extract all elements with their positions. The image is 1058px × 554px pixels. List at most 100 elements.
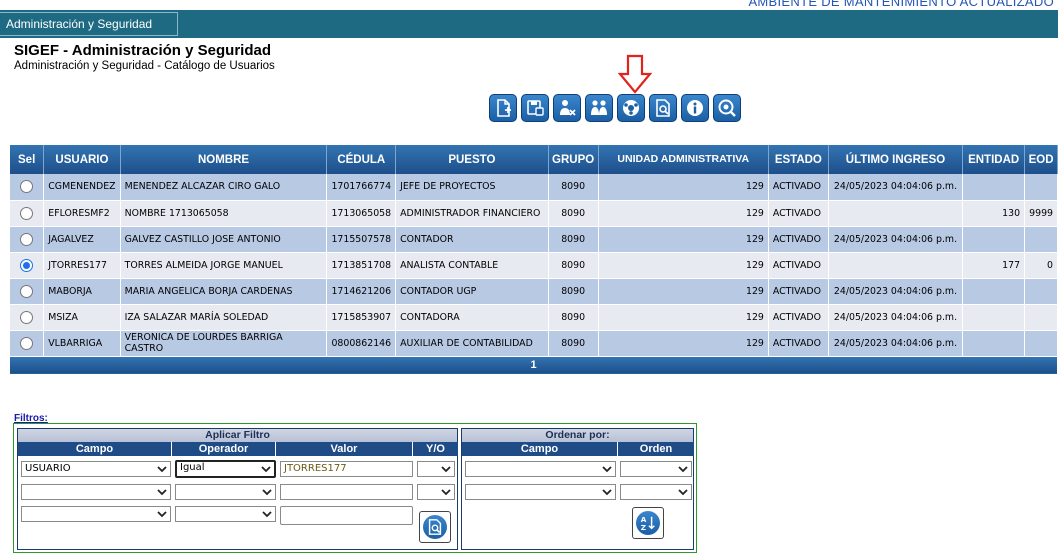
row-select-radio[interactable] xyxy=(20,310,34,324)
table-row[interactable]: MABORJA MARIA ANGELICA BORJA CARDENAS 1714… xyxy=(10,278,1058,305)
cell-grupo: 8090 xyxy=(548,174,599,201)
page-number[interactable]: 1 xyxy=(10,356,1058,375)
chevron-down-icon xyxy=(157,489,167,496)
row-select-radio[interactable] xyxy=(20,180,34,194)
cell-ultimo-ingreso xyxy=(828,200,964,227)
col-header-usuario[interactable]: USUARIO xyxy=(43,145,121,174)
cell-puesto: JEFE DE PROYECTOS xyxy=(395,174,549,201)
cell-sel xyxy=(10,200,45,227)
cell-eod xyxy=(1024,226,1058,253)
chevron-down-icon xyxy=(157,466,167,473)
table-row[interactable]: CGMENENDEZ MENENDEZ ALCAZAR CIRO GALO 1701… xyxy=(10,174,1058,201)
row-select-radio[interactable] xyxy=(20,206,34,220)
cell-estado: ACTIVADO xyxy=(768,304,829,331)
cell-cedula: 1713065058 xyxy=(326,200,397,227)
row-select-radio[interactable] xyxy=(20,232,34,246)
maintenance-banner: AMBIENTE DE MANTENIMIENTO ACTUALIZADO xyxy=(0,0,1058,10)
order-panel: Ordenar por: Campo Orden AZ xyxy=(461,428,694,550)
cell-sel xyxy=(10,226,45,253)
filter-yo-select-2[interactable] xyxy=(417,484,455,500)
apply-filter-button[interactable] xyxy=(419,511,451,543)
chevron-down-icon xyxy=(602,466,612,473)
save-icon xyxy=(527,100,544,116)
filter-valor-input-3[interactable] xyxy=(280,506,413,525)
app-tab[interactable]: Administración y Seguridad xyxy=(0,12,178,36)
cell-entidad xyxy=(962,304,1026,331)
filter-operador-select-2[interactable] xyxy=(175,484,276,500)
filter-operador-select-3[interactable] xyxy=(175,506,276,522)
filter-yo-select-1[interactable] xyxy=(417,461,455,477)
order-col-campo: Campo xyxy=(462,442,618,456)
order-col-orden: Orden xyxy=(618,442,694,456)
cell-puesto: CONTADOR UGP xyxy=(395,278,549,305)
cell-entidad: 177 xyxy=(962,252,1026,279)
remove-user-icon xyxy=(560,100,576,116)
cell-cedula: 1714621206 xyxy=(326,278,397,305)
row-select-radio[interactable] xyxy=(20,284,34,298)
table-body: CGMENENDEZ MENENDEZ ALCAZAR CIRO GALO 1701… xyxy=(10,174,1058,357)
row-select-radio[interactable] xyxy=(20,336,34,350)
chevron-down-icon xyxy=(262,489,272,496)
filter-valor-input-2[interactable] xyxy=(280,484,413,500)
table-row[interactable]: JAGALVEZ GALVEZ CASTILLO JOSE ANTONIO 1715… xyxy=(10,226,1058,253)
view-button[interactable] xyxy=(713,94,741,122)
filter-col-yo: Y/O xyxy=(413,442,458,456)
cell-nombre: GALVEZ CASTILLO JOSE ANTONIO xyxy=(120,226,328,253)
apply-order-button-face: AZ xyxy=(636,511,660,535)
view-icon xyxy=(718,99,736,117)
col-header-nombre[interactable]: NOMBRE xyxy=(120,145,328,174)
table-row[interactable]: EFLORESMF2 NOMBRE 1713065058 1713065058 ADM… xyxy=(10,200,1058,227)
filter-operador-value-1: Igual xyxy=(180,462,205,473)
page-title: SIGEF - Administración y Seguridad xyxy=(14,42,271,59)
col-header-puesto[interactable]: PUESTO xyxy=(395,145,549,174)
cell-estado: ACTIVADO xyxy=(768,174,829,201)
search-document-icon xyxy=(656,99,670,117)
col-header-estado[interactable]: ESTADO xyxy=(768,145,829,174)
filter-operador-select-1[interactable]: Igual xyxy=(175,460,276,478)
roles-icon xyxy=(623,100,639,116)
cell-nombre: VERONICA DE LOURDES BARRIGA CASTRO xyxy=(120,330,328,357)
cell-ultimo-ingreso: 24/05/2023 04:04:06 p.m. xyxy=(828,278,964,305)
app-bar: Administración y Seguridad xyxy=(0,10,1058,38)
cell-entidad xyxy=(962,278,1026,305)
cell-sel xyxy=(10,304,45,331)
save-button[interactable] xyxy=(521,94,549,122)
search-document-button[interactable] xyxy=(649,94,677,122)
order-campo-select-1[interactable] xyxy=(465,461,616,477)
info-button[interactable] xyxy=(681,94,709,122)
filter-valor-input-1[interactable]: JTORRES177 xyxy=(280,461,413,477)
roles-button[interactable] xyxy=(617,94,645,122)
cell-unidad: 129 xyxy=(598,330,769,357)
cell-ultimo-ingreso xyxy=(828,252,964,279)
row-select-radio[interactable] xyxy=(20,258,34,272)
col-header-grupo[interactable]: GRUPO xyxy=(548,145,599,174)
cell-grupo: 8090 xyxy=(548,252,599,279)
cell-entidad: 130 xyxy=(962,200,1026,227)
users-button[interactable] xyxy=(585,94,613,122)
cell-cedula: 1715853907 xyxy=(326,304,397,331)
cell-unidad: 129 xyxy=(598,200,769,227)
filter-campo-select-2[interactable] xyxy=(21,484,171,500)
col-header-eod[interactable]: EOD xyxy=(1024,145,1058,174)
new-document-button[interactable] xyxy=(489,94,517,122)
apply-order-button[interactable]: AZ xyxy=(632,507,664,539)
cell-unidad: 129 xyxy=(598,252,769,279)
cell-estado: ACTIVADO xyxy=(768,330,829,357)
remove-user-button[interactable] xyxy=(553,94,581,122)
cell-sel xyxy=(10,252,45,279)
order-orden-select-1[interactable] xyxy=(620,461,692,477)
table-row[interactable]: JTORRES177 TORRES ALMEIDA JORGE MANUEL 171… xyxy=(10,252,1058,279)
col-header-ultimo-ingreso[interactable]: ÚLTIMO INGRESO xyxy=(828,145,964,174)
col-header-unidad[interactable]: UNIDAD ADMINISTRATIVA xyxy=(598,145,769,174)
order-orden-select-2[interactable] xyxy=(620,484,692,500)
table-header-row: Sel USUARIO NOMBRE CÉDULA PUESTO GRUPO U… xyxy=(10,145,1058,174)
col-header-cedula[interactable]: CÉDULA xyxy=(326,145,397,174)
col-header-sel[interactable]: Sel xyxy=(10,145,45,174)
col-header-entidad[interactable]: ENTIDAD xyxy=(962,145,1026,174)
filter-campo-select-3[interactable] xyxy=(21,506,171,522)
table-row[interactable]: MSIZA IZA SALAZAR MARÍA SOLEDAD 1715853907… xyxy=(10,304,1058,331)
filter-campo-select-1[interactable]: USUARIO xyxy=(21,461,171,477)
cell-puesto: CONTADORA xyxy=(395,304,549,331)
order-campo-select-2[interactable] xyxy=(465,484,616,500)
table-row[interactable]: VLBARRIGA VERONICA DE LOURDES BARRIGA CAS… xyxy=(10,330,1058,357)
